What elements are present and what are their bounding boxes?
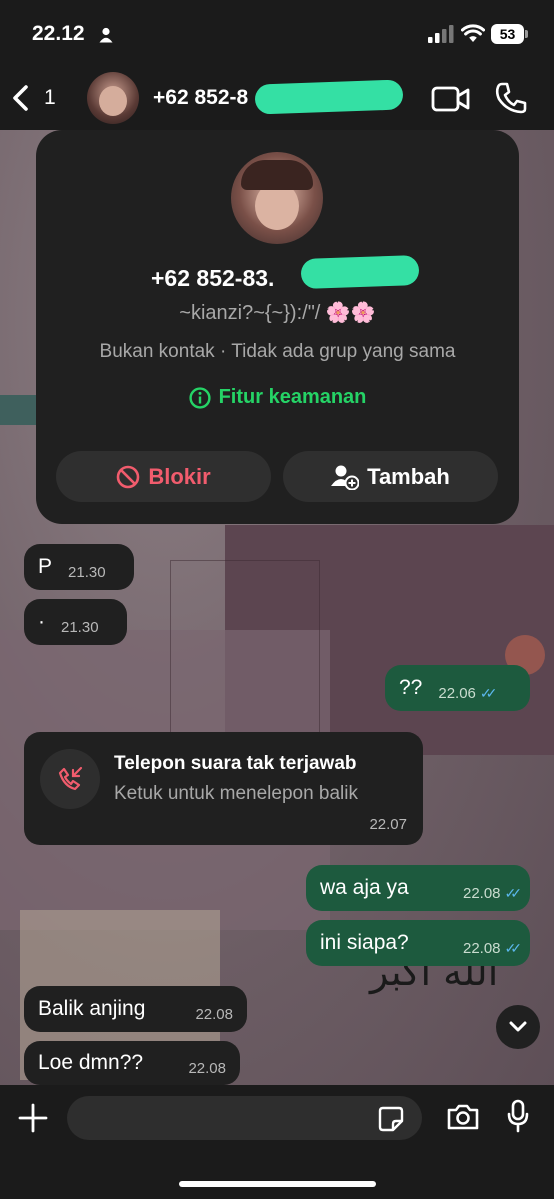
message-bubble[interactable]: · 21.30 [24, 599, 127, 645]
mic-icon[interactable] [506, 1099, 530, 1133]
message-bubble[interactable]: wa aja ya 22.08 ✓✓ [306, 865, 530, 911]
card-redaction-mark [300, 254, 420, 290]
message-bubble[interactable]: ini siapa? 22.08 ✓✓ [306, 920, 530, 966]
camera-icon[interactable] [446, 1103, 480, 1131]
missed-call-icon [58, 766, 83, 791]
missed-call-icon-circle [40, 749, 100, 809]
contact-name[interactable]: +62 852-8 [153, 86, 248, 110]
message-text: ?? [399, 676, 423, 699]
status-time: 22.12 [32, 22, 85, 45]
missed-call-time: 22.07 [369, 816, 407, 833]
sticker-icon[interactable] [378, 1106, 404, 1132]
message-composer [0, 1085, 554, 1199]
message-bubble[interactable]: ?? 22.06 ✓✓ [385, 665, 530, 711]
message-bubble[interactable]: P 21.30 [24, 544, 134, 590]
scroll-down-icon [509, 1021, 527, 1032]
back-chevron-icon [13, 85, 28, 111]
unread-count: 1 [44, 86, 56, 109]
home-indicator [179, 1181, 376, 1187]
message-time: 22.08 [462, 939, 501, 957]
battery-icon: 53 [491, 24, 524, 44]
card-avatar-hair [241, 160, 313, 190]
message-text: wa aja ya [320, 876, 409, 899]
card-info: Bukan kontak · Tidak ada grup yang sama [99, 341, 456, 362]
block-icon [117, 465, 140, 488]
scroll-down-button[interactable] [496, 1005, 540, 1049]
card-avatar [231, 152, 323, 244]
message-time: 22.08 [462, 884, 501, 902]
message-input[interactable] [67, 1096, 422, 1140]
message-time: 21.30 [61, 618, 99, 636]
message-text: P [38, 555, 53, 578]
missed-call-bubble[interactable]: Telepon suara tak terjawab Ketuk untuk m… [24, 732, 423, 845]
avatar-face [99, 86, 127, 116]
wifi-icon [461, 24, 485, 42]
add-contact-icon [331, 465, 360, 490]
block-label: Blokir [148, 463, 211, 489]
read-receipt-icon: ✓✓ [504, 884, 523, 901]
add-contact-label: Tambah [367, 463, 450, 489]
add-contact-button[interactable]: Tambah [283, 451, 498, 502]
person-icon [99, 27, 113, 43]
card-phone-number: +62 852-83. [151, 265, 275, 291]
info-icon [188, 386, 211, 409]
phone-icon[interactable] [495, 81, 527, 115]
read-receipt-icon: ✓✓ [504, 939, 523, 956]
message-text: Balik anjing [38, 997, 146, 1020]
status-bar: 22.12 53 [0, 0, 554, 68]
security-features-link[interactable]: Fitur keamanan [36, 386, 519, 409]
battery-level: 53 [499, 26, 516, 42]
contact-avatar[interactable] [87, 72, 139, 124]
read-receipt-icon: ✓✓ [479, 684, 498, 701]
message-time: 22.08 [188, 1059, 226, 1077]
block-button[interactable]: Blokir [56, 451, 271, 502]
missed-call-subtitle: Ketuk untuk menelepon balik [114, 783, 358, 804]
message-bubble[interactable]: Balik anjing 22.08 [24, 986, 247, 1032]
plus-icon[interactable] [18, 1103, 48, 1133]
missed-call-title: Telepon suara tak terjawab [114, 753, 357, 774]
redaction-mark [254, 79, 404, 115]
contact-info-card: +62 852-83. ~kianzi?~{~}):/"/ 🌸🌸 Bukan k… [36, 130, 519, 524]
video-call-icon[interactable] [431, 85, 471, 113]
message-time: 22.08 [195, 1005, 233, 1023]
message-text: ini siapa? [320, 931, 409, 954]
message-text: Loe dmn?? [38, 1051, 144, 1074]
security-features-label: Fitur keamanan [218, 386, 367, 408]
back-button[interactable]: 1 [10, 78, 70, 118]
message-time: 21.30 [68, 563, 106, 581]
message-bubble[interactable]: Loe dmn?? 22.08 [24, 1041, 240, 1085]
message-time: 22.06 [438, 684, 476, 702]
signal-icon [428, 25, 454, 43]
chat-header: 1 +62 852-8 [0, 68, 554, 130]
card-about: ~kianzi?~{~}):/"/ 🌸🌸 [179, 302, 376, 324]
battery-tip [525, 30, 528, 38]
message-text: · [38, 610, 45, 633]
